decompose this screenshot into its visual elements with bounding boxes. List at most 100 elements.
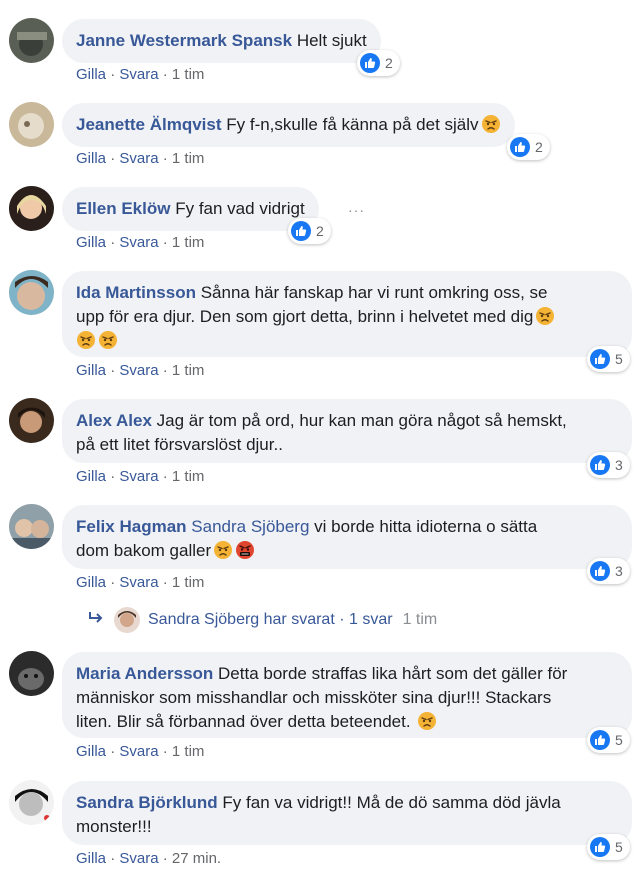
reply-link[interactable]: Svara <box>119 574 158 591</box>
avatar[interactable] <box>9 18 54 63</box>
separator: · <box>110 743 116 760</box>
comment-author[interactable]: Ida Martinsson <box>76 283 196 302</box>
reply-link[interactable]: Svara <box>119 743 158 760</box>
angry-face-icon <box>481 115 500 133</box>
comment-text-line1: Detta borde straffas lika hårt som det g… <box>218 664 568 683</box>
reaction-number: 5 <box>615 839 623 855</box>
avatar[interactable] <box>9 398 54 443</box>
reaction-count[interactable]: 2 <box>288 218 331 244</box>
reaction-number: 5 <box>615 351 623 367</box>
comment-time[interactable]: 27 min. <box>172 850 221 867</box>
reaction-number: 2 <box>316 223 324 239</box>
reaction-count[interactable]: 2 <box>357 50 400 76</box>
comment-author[interactable]: Sandra Björklund <box>76 793 218 812</box>
like-icon <box>360 53 380 73</box>
separator: · <box>110 362 116 379</box>
comment-bubble: Sandra Björklund Fy fan va vidrigt!! Må … <box>62 781 632 845</box>
separator: · <box>162 574 168 591</box>
reply-link[interactable]: Svara <box>119 66 158 83</box>
avatar[interactable] <box>9 102 54 147</box>
reply-link[interactable]: Svara <box>119 362 158 379</box>
reaction-number: 5 <box>615 732 623 748</box>
comment-actions: Gilla · Svara · 1 tim <box>76 743 204 761</box>
comment-author[interactable]: Alex Alex <box>76 411 152 430</box>
angry-face-icon <box>536 307 555 325</box>
reaction-count[interactable]: 3 <box>587 452 630 478</box>
reply-avatar <box>114 607 140 633</box>
comment-bubble: Maria Andersson Detta borde straffas lik… <box>62 652 632 738</box>
separator: · <box>110 574 116 591</box>
separator: · <box>110 234 116 251</box>
separator: · <box>110 850 116 867</box>
like-link[interactable]: Gilla <box>76 850 106 867</box>
comment-time[interactable]: 1 tim <box>172 362 205 379</box>
comment-text-line1: Fy fan va vidrigt!! Må de dö samma död j… <box>222 793 561 812</box>
like-icon <box>590 561 610 581</box>
mention-link[interactable]: Sandra Sjöberg <box>191 517 309 536</box>
separator: · <box>162 362 168 379</box>
comment-text-line1: Jag är tom på ord, hur kan man göra någo… <box>156 411 567 430</box>
avatar[interactable] <box>9 504 54 549</box>
like-link[interactable]: Gilla <box>76 362 106 379</box>
comment-list: Janne Westermark Spansk Helt sjukt 2 Gil… <box>0 0 640 873</box>
separator: · <box>162 850 168 867</box>
reaction-count[interactable]: 5 <box>587 834 630 860</box>
like-link[interactable]: Gilla <box>76 150 106 167</box>
like-icon <box>590 349 610 369</box>
like-link[interactable]: Gilla <box>76 234 106 251</box>
avatar[interactable] <box>9 651 54 696</box>
comment-bubble: Jeanette Älmqvist Fy f-n,skulle få känna… <box>62 103 515 147</box>
like-icon <box>590 455 610 475</box>
reaction-count[interactable]: 5 <box>587 727 630 753</box>
reaction-count[interactable]: 5 <box>587 346 630 372</box>
comment-author[interactable]: Felix Hagman <box>76 517 187 536</box>
reply-link[interactable]: Svara <box>119 234 158 251</box>
separator: · <box>110 150 116 167</box>
view-replies-link[interactable]: Sandra Sjöberg har svarat · 1 svar 1 tim <box>88 607 437 633</box>
reaction-number: 3 <box>615 563 623 579</box>
comment-text-line1: Sånna här fanskap har vi runt omkring os… <box>200 283 548 302</box>
cursing-face-icon <box>236 541 255 559</box>
comment-time[interactable]: 1 tim <box>172 150 205 167</box>
comment-time[interactable]: 1 tim <box>172 234 205 251</box>
like-link[interactable]: Gilla <box>76 66 106 83</box>
reaction-number: 3 <box>615 457 623 473</box>
reaction-number: 2 <box>535 139 543 155</box>
reaction-count[interactable]: 3 <box>587 558 630 584</box>
like-icon <box>590 837 610 857</box>
like-link[interactable]: Gilla <box>76 468 106 485</box>
comment-bubble: Ellen Eklöw Fy fan vad vidrigt <box>62 187 319 231</box>
reply-link[interactable]: Svara <box>119 850 158 867</box>
comment-text-line2: på ett litet försvarslöst djur.. <box>76 435 283 454</box>
separator: · <box>110 468 116 485</box>
comment-time[interactable]: 1 tim <box>172 574 205 591</box>
avatar[interactable] <box>9 186 54 231</box>
like-icon <box>510 137 530 157</box>
avatar[interactable] <box>9 270 54 315</box>
reaction-count[interactable]: 2 <box>507 134 550 160</box>
more-options-icon[interactable]: ··· <box>348 202 365 218</box>
reply-link[interactable]: Svara <box>119 150 158 167</box>
comment-time[interactable]: 1 tim <box>172 743 205 760</box>
reply-summary-text[interactable]: Sandra Sjöberg har svarat · 1 svar <box>148 611 393 629</box>
comment-text: Fy fan vad vidrigt <box>175 199 305 218</box>
separator: · <box>162 743 168 760</box>
comment-bubble: Janne Westermark Spansk Helt sjukt <box>62 19 381 63</box>
comment-time[interactable]: 1 tim <box>172 468 205 485</box>
comment-author[interactable]: Ellen Eklöw <box>76 199 170 218</box>
reply-link[interactable]: Svara <box>119 468 158 485</box>
comment-actions: Gilla · Svara · 27 min. <box>76 850 221 868</box>
comment-bubble: Felix Hagman Sandra Sjöberg vi borde hit… <box>62 505 632 569</box>
comment-author[interactable]: Jeanette Älmqvist <box>76 115 222 134</box>
like-link[interactable]: Gilla <box>76 574 106 591</box>
like-link[interactable]: Gilla <box>76 743 106 760</box>
comment-author[interactable]: Maria Andersson <box>76 664 213 683</box>
comment-time[interactable]: 1 tim <box>172 66 205 83</box>
comment-actions: Gilla · Svara · 1 tim <box>76 150 204 168</box>
comment-actions: Gilla · Svara · 1 tim <box>76 468 204 486</box>
comment-text: Fy f-n,skulle få känna på det själv <box>226 115 479 134</box>
comment-bubble: Alex Alex Jag är tom på ord, hur kan man… <box>62 399 632 463</box>
comment-text-line2: upp för era djur. Den som gjort detta, b… <box>76 307 534 326</box>
comment-author[interactable]: Janne Westermark Spansk <box>76 31 292 50</box>
avatar[interactable] <box>9 780 54 825</box>
